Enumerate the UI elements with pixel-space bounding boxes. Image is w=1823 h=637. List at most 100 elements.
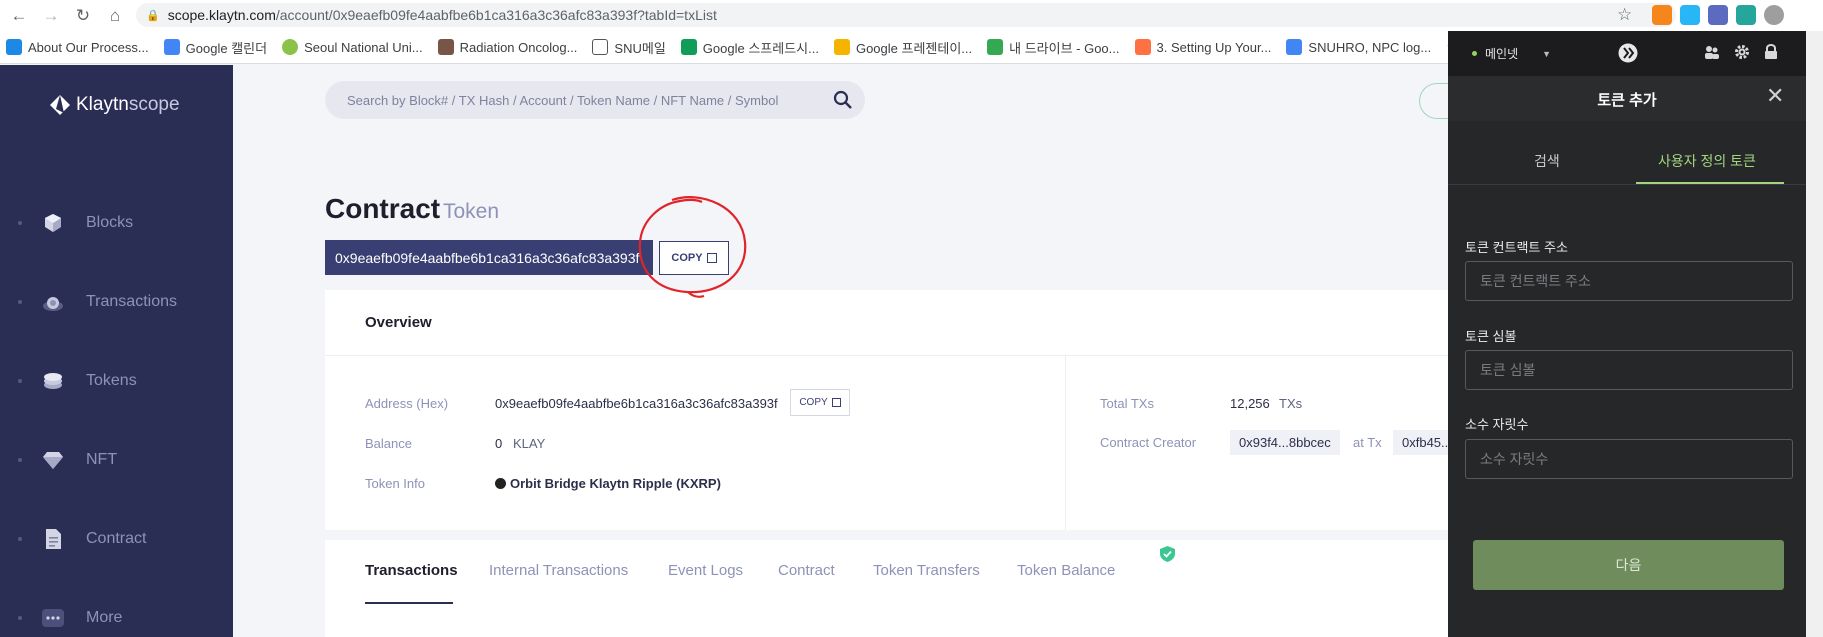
- sidebar-item-transactions[interactable]: Transactions: [18, 291, 177, 313]
- search-bar[interactable]: Search by Block# / TX Hash / Account / T…: [325, 81, 865, 119]
- creator-label: Contract Creator: [1100, 435, 1197, 450]
- copy-hex-button[interactable]: COPY: [790, 389, 850, 416]
- brand-main: Klaytn: [76, 94, 129, 115]
- coins-icon: [42, 370, 64, 392]
- bullet-icon: [18, 537, 22, 541]
- drive-icon: [987, 39, 1004, 55]
- square-extension-icon[interactable]: [1736, 5, 1756, 25]
- bookmark-label: Radiation Oncolog...: [459, 39, 578, 55]
- bookmark-label: Google 스프레드시...: [702, 40, 819, 56]
- sheets-icon: [680, 39, 697, 55]
- active-tab-indicator: [1636, 182, 1784, 184]
- token-info-link[interactable]: Orbit Bridge Klaytn Ripple (KXRP): [495, 476, 721, 491]
- token-symbol-label: 토큰 심볼: [1465, 329, 1517, 344]
- close-icon[interactable]: ✕: [1766, 85, 1784, 107]
- wallet-header-icons: [1704, 44, 1778, 60]
- journal-icon: [437, 39, 454, 55]
- verified-shield-icon: [1160, 546, 1175, 562]
- reload-icon[interactable]: ↻: [70, 3, 96, 29]
- calendar-icon: [163, 39, 180, 55]
- bookmark-label: SNUHRO, NPC log...: [1308, 39, 1432, 55]
- forward-icon[interactable]: →: [38, 3, 64, 29]
- token-info-label: Token Info: [365, 476, 425, 491]
- bookmark-star-icon[interactable]: ☆: [1617, 5, 1632, 25]
- klaytnscope-logo[interactable]: Klaytn scope: [48, 93, 180, 117]
- page-scrollbar[interactable]: [1806, 31, 1823, 637]
- tab-custom-token[interactable]: 사용자 정의 토큰: [1658, 151, 1756, 171]
- token-logo-icon: [495, 478, 506, 489]
- contract-address-label: 토큰 컨트랙트 주소: [1465, 240, 1568, 255]
- bookmark-item[interactable]: About Our Process...: [6, 39, 149, 55]
- sidebar-item-tokens[interactable]: Tokens: [18, 370, 137, 392]
- network-selector[interactable]: 메인넷 ▼: [1472, 45, 1551, 62]
- balance-label: Balance: [365, 436, 412, 451]
- bookmark-item[interactable]: Google 스프레드시...: [680, 38, 819, 57]
- bookmark-favicon-icon: [6, 39, 22, 55]
- browser-toolbar: ← → ↻ ⌂ 🔒 scope.klaytn.com/account/0x9ea…: [0, 0, 1823, 31]
- docs-icon: [1286, 39, 1303, 55]
- sidebar-item-contract[interactable]: Contract: [18, 528, 146, 550]
- tab-token-balance[interactable]: Token Balance: [1017, 562, 1115, 579]
- bookmark-item[interactable]: 내 드라이브 - Goo...: [987, 38, 1120, 57]
- bookmark-item[interactable]: SNU메일: [592, 38, 666, 57]
- accounts-icon[interactable]: [1704, 44, 1720, 60]
- add-token-title: 토큰 추가: [1597, 92, 1657, 109]
- overview-heading: Overview: [365, 314, 432, 331]
- lock-icon[interactable]: [1764, 44, 1778, 60]
- sidebar-item-more[interactable]: More: [18, 607, 122, 629]
- address-bar[interactable]: 🔒 scope.klaytn.com/account/0x9eaefb09fe4…: [136, 3, 1676, 27]
- active-tab-indicator: [365, 602, 453, 604]
- mail-icon: [592, 39, 609, 55]
- bullet-icon: [18, 300, 22, 304]
- bookmark-item[interactable]: Google 캘린더: [163, 38, 267, 57]
- token-info-value: Orbit Bridge Klaytn Ripple (KXRP): [510, 476, 721, 491]
- kaikas-extension-icon[interactable]: [1764, 5, 1784, 25]
- token-symbol-input[interactable]: [1465, 350, 1793, 390]
- sidebar: Klaytn scope Blocks Transactions Tokens N…: [0, 65, 233, 637]
- bookmark-item[interactable]: Google 프레젠테이...: [833, 38, 973, 57]
- wallet-popup: 메인넷 ▼ 토큰 추가 ✕ 검색 사용자 정의 토큰 토큰 컨트랙트 주소 토큰…: [1448, 31, 1806, 637]
- sidebar-item-label: Transactions: [86, 293, 177, 310]
- back-icon[interactable]: ←: [6, 3, 32, 29]
- gear-icon[interactable]: [1734, 44, 1750, 60]
- at-tx-label: at Tx: [1353, 435, 1382, 450]
- sidebar-item-blocks[interactable]: Blocks: [18, 212, 133, 234]
- bookmark-label: Seoul National Uni...: [304, 39, 423, 55]
- tab-internal-transactions[interactable]: Internal Transactions: [489, 562, 628, 579]
- tab-event-logs[interactable]: Event Logs: [668, 562, 743, 579]
- tab-token-transfers[interactable]: Token Transfers: [873, 562, 980, 579]
- chart-extension-icon[interactable]: [1708, 5, 1728, 25]
- fox-extension-icon[interactable]: [1652, 5, 1672, 25]
- sidebar-item-label: Contract: [86, 530, 147, 547]
- bookmark-label: SNU메일: [614, 40, 666, 56]
- sidebar-item-label: Tokens: [86, 372, 137, 389]
- address-label: Address (Hex): [365, 396, 449, 411]
- extension-bar: [1652, 5, 1784, 25]
- tab-search[interactable]: 검색: [1534, 151, 1560, 171]
- university-icon: [282, 39, 299, 55]
- network-label: 메인넷: [1485, 47, 1519, 61]
- tab-contract[interactable]: Contract: [778, 562, 835, 579]
- arrow-extension-icon[interactable]: [1680, 5, 1700, 25]
- bookmark-item[interactable]: Radiation Oncolog...: [437, 39, 578, 55]
- next-button[interactable]: 다음: [1473, 540, 1784, 590]
- sidebar-item-label: NFT: [86, 451, 118, 468]
- sidebar-item-nft[interactable]: NFT: [18, 449, 117, 471]
- creator-address-link[interactable]: 0x93f4...8bbcec: [1230, 430, 1340, 455]
- divider: [1448, 184, 1806, 185]
- search-icon[interactable]: [833, 90, 853, 110]
- overview-card: Overview Address (Hex) 0x9eaefb09fe4aabf…: [325, 290, 1461, 530]
- decimals-input[interactable]: [1465, 439, 1793, 479]
- bookmark-item[interactable]: SNUHRO, NPC log...: [1286, 39, 1431, 55]
- bookmark-label: Google 프레젠테이...: [855, 40, 973, 56]
- contract-address-input[interactable]: [1465, 261, 1793, 301]
- cube-icon: [42, 212, 64, 234]
- copy-label: COPY: [799, 397, 828, 408]
- home-icon[interactable]: ⌂: [102, 3, 128, 29]
- bookmark-item[interactable]: 3. Setting Up Your...: [1134, 39, 1271, 55]
- tab-transactions[interactable]: Transactions: [365, 562, 458, 579]
- bullet-icon: [18, 379, 22, 383]
- bookmark-item[interactable]: Seoul National Uni...: [282, 39, 423, 55]
- copy-address-button[interactable]: COPY: [659, 241, 729, 275]
- brand-sub: scope: [128, 94, 180, 115]
